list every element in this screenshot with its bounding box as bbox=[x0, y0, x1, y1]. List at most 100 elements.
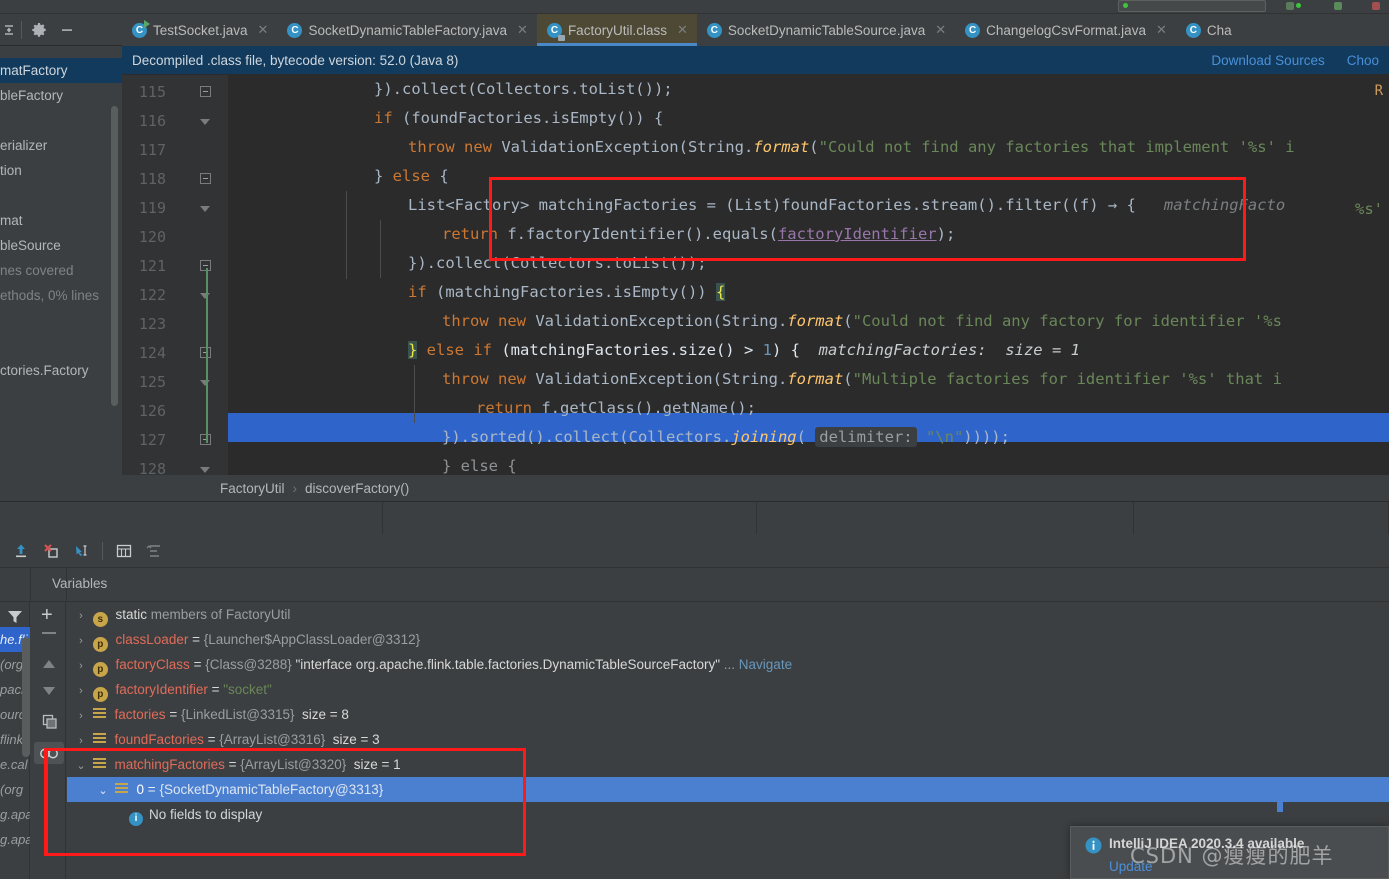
tab-FactoryUtil-class[interactable]: C FactoryUtil.class ✕ bbox=[536, 14, 697, 46]
settings-gear-icon[interactable] bbox=[25, 16, 53, 44]
collapse-arrow-icon[interactable]: ⌄ bbox=[73, 754, 89, 779]
collapse-arrow-icon[interactable]: ⌄ bbox=[95, 779, 111, 804]
fold-marker[interactable] bbox=[200, 173, 213, 186]
line-number: 117 bbox=[138, 141, 166, 159]
tab-SocketDynamicTableSource[interactable]: C SocketDynamicTableSource.java ✕ bbox=[697, 14, 955, 46]
close-icon[interactable]: ✕ bbox=[677, 22, 688, 38]
remove-watch-icon[interactable] bbox=[42, 632, 56, 634]
code-line-122: if (matchingFactories.isEmpty()) { bbox=[408, 283, 726, 301]
project-item[interactable]: mat bbox=[0, 208, 122, 233]
project-item[interactable]: bleFactory bbox=[0, 83, 122, 108]
collapse-all-icon[interactable] bbox=[0, 16, 18, 44]
variable-row-element-0[interactable]: ⌄ 0 = {SocketDynamicTableFactory@3313} bbox=[67, 777, 1389, 802]
watches-icon[interactable] bbox=[34, 742, 64, 764]
variable-row-factoryClass[interactable]: › p factoryClass = {Class@3288} "interfa… bbox=[67, 652, 1389, 677]
filter-icon[interactable] bbox=[6, 608, 24, 629]
move-up-icon[interactable] bbox=[40, 657, 58, 674]
frame-item[interactable]: (org bbox=[0, 777, 30, 802]
project-item[interactable]: erializer bbox=[0, 133, 122, 158]
variable-value: {LinkedList@3315} bbox=[180, 707, 295, 722]
variable-row-factoryIdentifier[interactable]: › p factoryIdentifier = "socket" bbox=[67, 677, 1389, 702]
tab-Cha-truncated[interactable]: C Cha bbox=[1176, 14, 1241, 46]
code-text[interactable]: }).collect(Collectors.toList()); if (fou… bbox=[228, 75, 1389, 475]
project-item[interactable]: matFactory bbox=[0, 58, 122, 83]
hide-panel-icon[interactable] bbox=[53, 16, 81, 44]
variable-row-factories[interactable]: › factories = {LinkedList@3315} size = 8 bbox=[67, 702, 1389, 727]
breadcrumb-method[interactable]: discoverFactory() bbox=[305, 481, 409, 496]
fold-marker[interactable] bbox=[200, 464, 213, 475]
update-notification[interactable]: IntelliJ IDEA 2020.3.4 available Update bbox=[1070, 826, 1389, 879]
editor-gutter[interactable]: 115 116 117 118 119 120 121 122 123 124 … bbox=[122, 75, 228, 475]
project-item[interactable] bbox=[0, 308, 122, 333]
navigate-link[interactable]: Navigate bbox=[739, 657, 792, 672]
frame-item[interactable]: g.apa bbox=[0, 802, 30, 827]
project-item[interactable]: ctories.Factory bbox=[0, 358, 122, 383]
step-out-icon[interactable] bbox=[6, 538, 36, 564]
editor-tabs[interactable]: C TestSocket.java ✕ C SocketDynamicTable… bbox=[122, 14, 1389, 46]
code-line-119: List<Factory> matchingFactories = (List)… bbox=[408, 196, 1286, 214]
add-watch-icon[interactable]: + bbox=[41, 605, 53, 625]
update-link[interactable]: Update bbox=[1109, 859, 1153, 874]
search-field-stub[interactable] bbox=[1118, 0, 1266, 12]
close-icon[interactable]: ✕ bbox=[258, 22, 269, 38]
close-icon[interactable]: ✕ bbox=[935, 22, 946, 38]
fold-marker[interactable] bbox=[200, 86, 213, 99]
variable-row-matchingFactories[interactable]: ⌄ matchingFactories = {ArrayList@3320} s… bbox=[67, 752, 1389, 777]
run-button-stub[interactable] bbox=[1286, 2, 1294, 10]
variable-row-foundFactories[interactable]: › foundFactories = {ArrayList@3316} size… bbox=[67, 727, 1389, 752]
evaluate-expression-icon[interactable] bbox=[109, 538, 139, 564]
code-editor[interactable]: 115 116 117 118 119 120 121 122 123 124 … bbox=[122, 75, 1389, 475]
project-scrollbar[interactable] bbox=[111, 106, 118, 406]
fold-marker[interactable] bbox=[200, 203, 213, 216]
tab-SocketDynamicTableFactory[interactable]: C SocketDynamicTableFactory.java ✕ bbox=[277, 14, 536, 46]
move-down-icon[interactable] bbox=[40, 684, 58, 701]
code-line-118: } else { bbox=[374, 167, 449, 185]
stop-button-stub[interactable] bbox=[1372, 2, 1380, 10]
breadcrumb[interactable]: FactoryUtil › discoverFactory() bbox=[122, 475, 1389, 501]
parameter-badge-icon: p bbox=[92, 687, 108, 702]
variable-name: classLoader bbox=[115, 632, 189, 647]
frames-scrollbar[interactable] bbox=[22, 637, 30, 757]
expand-arrow-icon[interactable]: › bbox=[73, 679, 89, 704]
variable-row-classLoader[interactable]: › p classLoader = {Launcher$AppClassLoad… bbox=[67, 627, 1389, 652]
collection-size: size = 3 bbox=[332, 732, 380, 747]
project-item[interactable] bbox=[0, 183, 122, 208]
close-icon[interactable]: ✕ bbox=[517, 22, 528, 38]
project-item[interactable] bbox=[0, 108, 122, 133]
force-step-into-icon[interactable] bbox=[36, 538, 66, 564]
copy-icon[interactable] bbox=[42, 714, 58, 733]
equals-sign: = bbox=[224, 757, 241, 772]
project-item[interactable]: bleSource bbox=[0, 233, 122, 258]
tab-ChangelogCsvFormat[interactable]: C ChangelogCsvFormat.java ✕ bbox=[955, 14, 1176, 46]
project-item[interactable] bbox=[0, 333, 122, 358]
watch-buttons-column[interactable]: + bbox=[31, 602, 66, 879]
tab-label: SocketDynamicTableSource.java bbox=[727, 22, 926, 38]
frame-item[interactable]: g.apa bbox=[0, 827, 30, 852]
line-number: 123 bbox=[138, 315, 166, 333]
download-sources-link[interactable]: Download Sources bbox=[1211, 53, 1324, 68]
project-tree-sliver[interactable]: matFactory bleFactory erializer tion mat… bbox=[0, 46, 122, 475]
value-ellipsis: ... bbox=[720, 657, 739, 672]
expand-arrow-icon[interactable]: › bbox=[73, 704, 89, 729]
line-number: 124 bbox=[138, 344, 166, 362]
sort-variables-icon[interactable] bbox=[139, 538, 169, 564]
java-class-icon: C bbox=[287, 22, 303, 38]
expand-arrow-icon[interactable]: › bbox=[73, 729, 89, 754]
choose-sources-link[interactable]: Choo bbox=[1347, 53, 1379, 68]
frames-sliver-column[interactable]: he.fli (org. pache ource flink e.cal (or… bbox=[0, 602, 30, 879]
tab-TestSocket[interactable]: C TestSocket.java ✕ bbox=[122, 14, 277, 46]
debug-button-stub[interactable] bbox=[1334, 2, 1342, 10]
step-into-icon[interactable] bbox=[66, 538, 96, 564]
expand-arrow-icon[interactable]: › bbox=[73, 629, 89, 654]
line-number: 122 bbox=[138, 286, 166, 304]
breadcrumb-class[interactable]: FactoryUtil bbox=[220, 481, 285, 496]
close-icon[interactable]: ✕ bbox=[1156, 22, 1167, 38]
expand-arrow-icon[interactable]: › bbox=[73, 654, 89, 679]
project-item[interactable]: tion bbox=[0, 158, 122, 183]
debugger-toolbar[interactable] bbox=[0, 534, 1389, 568]
variable-row-static[interactable]: › s static members of FactoryUtil bbox=[67, 602, 1389, 627]
tab-label: TestSocket.java bbox=[153, 22, 248, 38]
info-icon bbox=[1085, 837, 1102, 857]
fold-marker[interactable] bbox=[200, 116, 213, 129]
expand-arrow-icon[interactable]: › bbox=[73, 604, 89, 629]
